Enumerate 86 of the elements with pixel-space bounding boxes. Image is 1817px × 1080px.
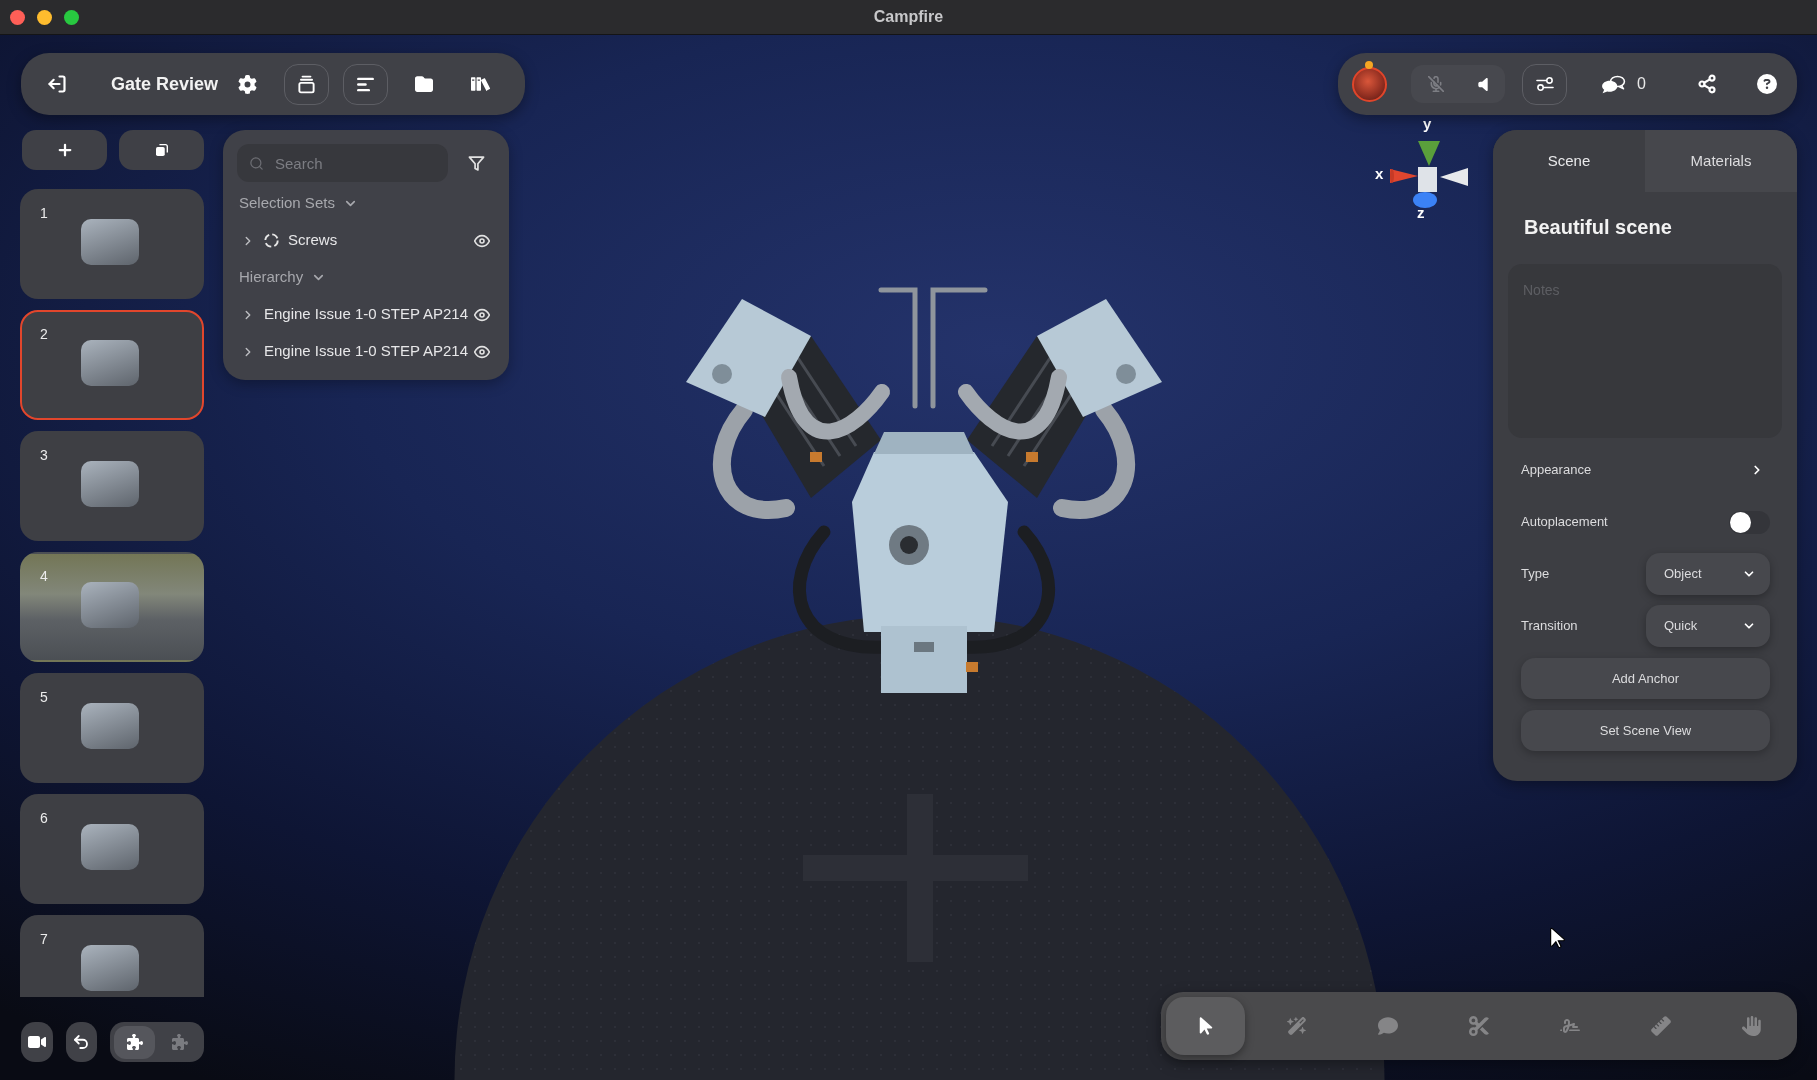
tree-item[interactable]: Engine Issue 1-0 STEP AP214 (264, 303, 469, 326)
eye-icon[interactable] (474, 232, 490, 249)
section-heading: Selection Sets (239, 193, 335, 214)
scene-number: 6 (40, 809, 48, 828)
copy-icon (155, 144, 168, 156)
magic-wand-icon (1286, 1016, 1307, 1036)
tree-item[interactable]: Engine Issue 1-0 STEP AP214 (264, 340, 469, 363)
field-label: Type (1521, 565, 1550, 584)
signature-icon (1559, 1016, 1580, 1036)
expand-row-button[interactable]: Appearance (1521, 444, 1770, 496)
zoom-window-icon[interactable] (64, 9, 79, 25)
video-camera-icon (25, 1034, 48, 1050)
model-thumbnail-placeholder (80, 582, 139, 628)
scissors-icon (1468, 1016, 1489, 1036)
settings-sliders-button[interactable] (1522, 63, 1567, 105)
action-button[interactable]: Set Scene View (1521, 710, 1770, 751)
scene-number: 5 (40, 688, 48, 707)
puzzle-icon (171, 1034, 188, 1050)
dashed-circle-icon (264, 233, 279, 248)
stack-icon (297, 74, 317, 94)
user-avatar[interactable] (1352, 66, 1387, 102)
scene-number: 4 (40, 567, 48, 586)
scene-number: 2 (40, 325, 48, 344)
scene-card[interactable]: 3 (20, 431, 204, 541)
duplicate-scene-button[interactable] (119, 130, 204, 170)
panel-tab[interactable]: Scene (1493, 130, 1645, 192)
speaker-icon[interactable] (1478, 76, 1488, 92)
axis-label: z (1417, 205, 1425, 221)
scene-title: Beautiful scene (1524, 215, 1672, 239)
close-window-icon[interactable] (10, 9, 25, 25)
ruler-icon (1650, 1016, 1671, 1036)
scene-number: 1 (40, 204, 48, 223)
puzzle-icon (126, 1034, 143, 1050)
layers-button[interactable] (284, 63, 330, 105)
scene-number: 7 (40, 930, 48, 949)
add-scene-button[interactable] (22, 130, 107, 170)
field-label: Autoplacement (1521, 513, 1608, 532)
scene-card[interactable]: 5 (20, 673, 204, 783)
field-label: Transition (1521, 617, 1578, 636)
view-mode-button[interactable] (114, 1025, 155, 1059)
model-thumbnail-placeholder (80, 703, 139, 749)
folder-icon[interactable] (414, 75, 435, 93)
outline-button[interactable] (343, 63, 389, 105)
dropdown-select[interactable]: Object (1646, 553, 1770, 595)
exit-icon[interactable] (47, 74, 67, 94)
hand-icon (1741, 1016, 1762, 1036)
axis-label: x (1375, 166, 1384, 182)
help-icon[interactable] (1756, 74, 1777, 94)
filter-icon[interactable] (468, 154, 485, 172)
section-heading: Hierarchy (239, 267, 304, 288)
chat-bubbles-icon[interactable] (1601, 74, 1626, 94)
dropdown-select[interactable]: Quick (1646, 605, 1770, 647)
comment-count: 0 (1637, 74, 1646, 94)
axis-label: y (1423, 116, 1432, 132)
model-thumbnail-placeholder (80, 824, 139, 870)
share-icon[interactable] (1696, 74, 1717, 94)
window-title: Campfire (873, 7, 944, 27)
scene-card[interactable]: 2 (20, 310, 204, 420)
scene-card[interactable]: 1 (20, 189, 204, 299)
speech-bubble-icon (1377, 1016, 1398, 1036)
mouse-pointer-icon (1550, 927, 1565, 949)
undo-button[interactable] (65, 1022, 97, 1062)
search-icon (249, 155, 264, 171)
search-field[interactable]: Search (237, 144, 448, 182)
model-thumbnail-placeholder (80, 461, 139, 507)
model-thumbnail-placeholder (80, 340, 139, 386)
camera-button[interactable] (21, 1022, 53, 1062)
tree-item[interactable]: Screws (288, 229, 338, 252)
sliders-icon (1535, 76, 1554, 92)
text-align-icon (357, 76, 375, 92)
model-thumbnail-placeholder (80, 945, 139, 991)
eye-icon[interactable] (474, 343, 490, 360)
undo-icon (72, 1033, 91, 1051)
model-thumbnail-placeholder (80, 219, 139, 265)
action-button[interactable]: Add Anchor (1521, 658, 1770, 699)
eye-icon[interactable] (474, 306, 490, 323)
project-title: Gate Review (111, 72, 219, 96)
tool-button[interactable] (1166, 997, 1245, 1055)
toggle-switch[interactable] (1729, 510, 1770, 534)
settings-icon[interactable] (238, 74, 258, 94)
panel-tab[interactable]: Materials (1645, 130, 1797, 192)
scene-number: 3 (40, 446, 48, 465)
scene-card[interactable]: 6 (20, 794, 204, 904)
books-icon[interactable] (471, 75, 492, 93)
minimize-window-icon[interactable] (37, 9, 52, 25)
scene-card[interactable]: 7 (20, 915, 204, 997)
